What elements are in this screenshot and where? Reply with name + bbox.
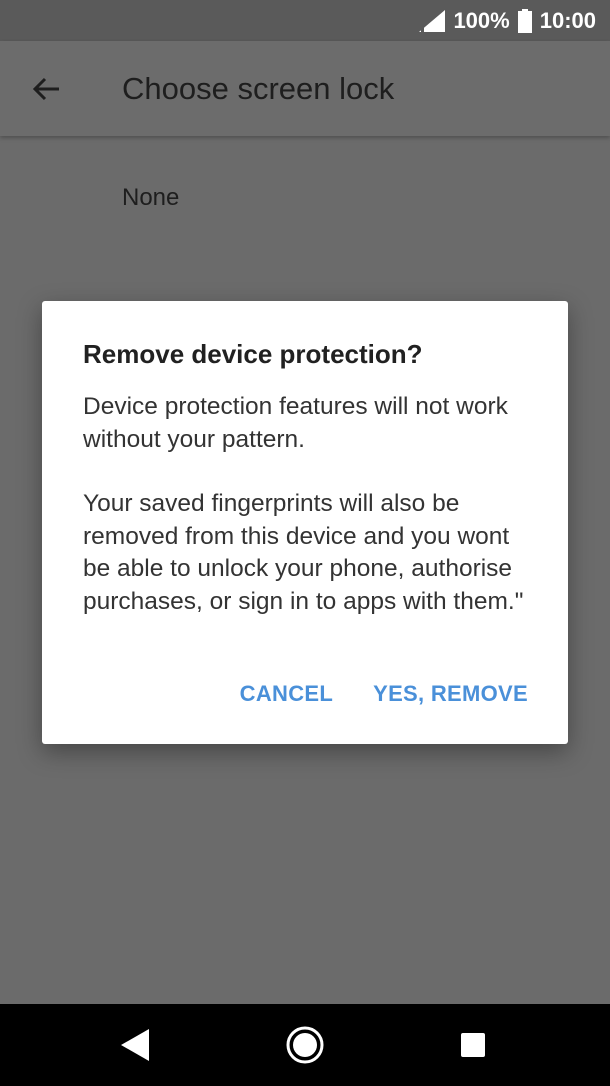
nav-home-button[interactable] [282, 1022, 328, 1068]
navigation-bar [0, 1004, 610, 1086]
list-item-label: None [122, 184, 180, 211]
nav-recents-button[interactable] [450, 1022, 496, 1068]
status-indicators: 100% 10:00 [419, 0, 596, 41]
signal-icon [419, 9, 446, 32]
dialog-message: Device protection features will not work… [83, 391, 533, 618]
nav-back-icon [121, 1029, 149, 1061]
cancel-button[interactable]: CANCEL [240, 681, 333, 707]
arrow-left-icon [32, 77, 59, 101]
dialog-paragraph-2: Your saved fingerprints will also be rem… [83, 490, 524, 615]
yes-remove-button[interactable]: YES, REMOVE [373, 681, 528, 707]
back-button[interactable] [26, 69, 66, 109]
remove-protection-dialog: Remove device protection? Device protect… [42, 301, 568, 744]
battery-percent: 100% [453, 7, 510, 33]
app-bar: Choose screen lock [0, 41, 610, 136]
dialog-title: Remove device protection? [83, 339, 423, 369]
dialog-actions: CANCEL YES, REMOVE [240, 681, 528, 707]
status-time: 10:00 [539, 7, 596, 33]
battery-icon [517, 8, 532, 33]
list-item-none[interactable]: None [0, 164, 610, 234]
status-bar: 100% 10:00 [0, 0, 610, 41]
nav-home-icon [286, 1026, 324, 1064]
nav-recents-icon [461, 1033, 485, 1057]
page-title: Choose screen lock [122, 71, 395, 106]
dialog-paragraph-1: Device protection features will not work… [83, 393, 508, 453]
nav-back-button[interactable] [112, 1022, 158, 1068]
